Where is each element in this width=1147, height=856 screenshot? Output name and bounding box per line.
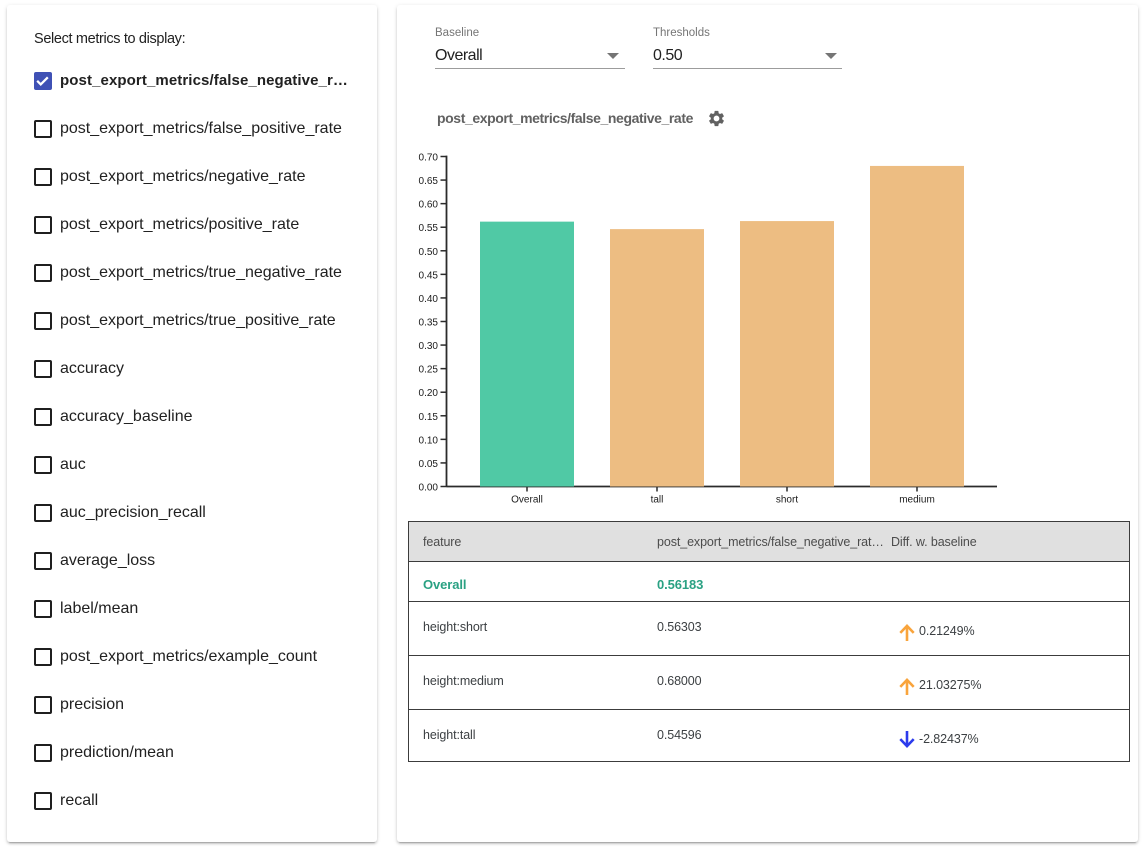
svg-text:0.65: 0.65 [419, 176, 439, 187]
svg-text:0.40: 0.40 [419, 294, 439, 305]
svg-text:Overall: Overall [511, 495, 543, 506]
svg-text:tall: tall [651, 495, 664, 506]
svg-text:0.05: 0.05 [419, 459, 439, 470]
svg-text:0.10: 0.10 [419, 435, 439, 446]
svg-text:0.25: 0.25 [419, 365, 439, 376]
svg-text:0.20: 0.20 [419, 388, 439, 399]
svg-text:0.55: 0.55 [419, 223, 439, 234]
svg-text:0.45: 0.45 [419, 270, 439, 281]
svg-text:0.30: 0.30 [419, 341, 439, 352]
svg-text:short: short [776, 495, 798, 506]
svg-text:0.70: 0.70 [419, 153, 439, 164]
svg-text:0.60: 0.60 [419, 200, 439, 211]
svg-text:0.50: 0.50 [419, 247, 439, 258]
svg-text:0.00: 0.00 [419, 483, 439, 494]
svg-text:0.35: 0.35 [419, 318, 439, 329]
svg-text:medium: medium [899, 495, 935, 506]
svg-text:0.15: 0.15 [419, 412, 439, 423]
